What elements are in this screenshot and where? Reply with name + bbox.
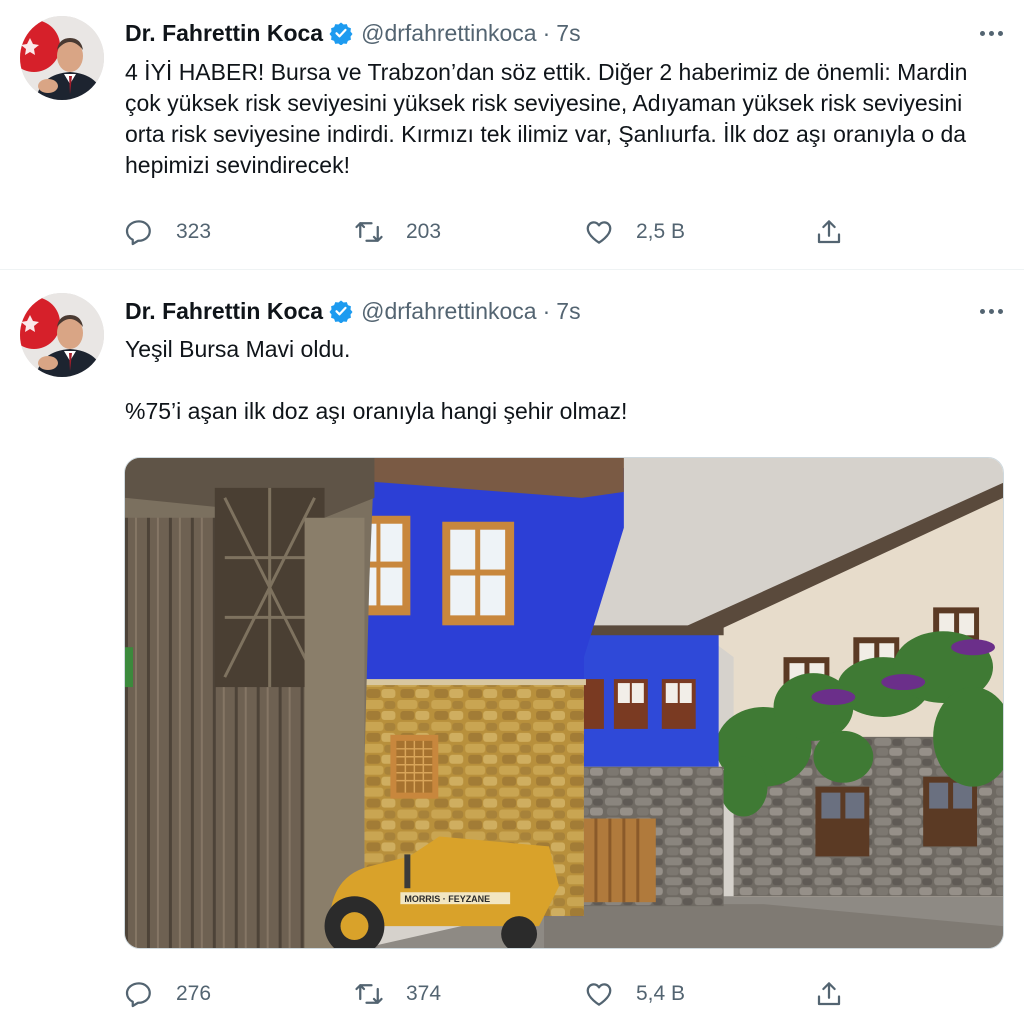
reply-count: 276 [176, 982, 212, 1005]
like-count: 5,4 B [636, 982, 686, 1005]
reply-icon [125, 220, 151, 246]
like-button[interactable]: 5,4 B [584, 979, 814, 1009]
more-dots-icon[interactable] [976, 298, 1006, 324]
author-name[interactable]: Dr. Fahrettin Koca [125, 298, 323, 325]
tweet-body-line-1: Yeşil Bursa Mavi oldu. [125, 336, 351, 362]
timestamp[interactable]: 7s [556, 20, 580, 47]
tweet-2[interactable]: Dr. Fahrettin Koca @drfahrettinkoca · 7s… [0, 271, 1024, 1023]
author-handle[interactable]: @drfahrettinkoca [361, 298, 537, 325]
author-avatar[interactable] [20, 16, 104, 100]
reply-icon [125, 982, 151, 1008]
heart-icon [586, 983, 612, 1006]
tweet-1[interactable]: Dr. Fahrettin Koca @drfahrettinkoca · 7s… [0, 0, 1024, 270]
like-count: 2,5 B [636, 220, 686, 243]
separator: · [542, 19, 551, 46]
retweet-icon [355, 222, 383, 242]
like-button[interactable]: 2,5 B [584, 217, 814, 247]
share-icon [817, 982, 841, 1006]
tractor-label: MORRIS · FEYZANE [404, 894, 490, 904]
share-button[interactable] [814, 217, 854, 247]
share-icon [817, 220, 841, 244]
reply-button[interactable]: 323 [124, 217, 354, 247]
timestamp[interactable]: 7s [556, 298, 580, 325]
reply-count: 323 [176, 220, 212, 243]
verified-badge-icon [329, 300, 353, 323]
tweet-photo[interactable]: MORRIS · FEYZANE [124, 457, 1004, 949]
heart-icon [586, 221, 612, 244]
reply-button[interactable]: 276 [124, 979, 354, 1009]
separator: · [542, 297, 551, 324]
tweet-text: 4 İYİ HABER! Bursa ve Trabzon’dan söz et… [125, 57, 1005, 181]
more-dots-icon[interactable] [976, 20, 1006, 46]
author-name[interactable]: Dr. Fahrettin Koca [125, 20, 323, 47]
action-bar: 323 203 2,5 B [124, 212, 884, 252]
tweet-body-line-2: %75’i aşan ilk doz aşı oranıyla hangi şe… [125, 398, 628, 424]
verified-badge-icon [329, 22, 353, 45]
action-bar: 276 374 5,4 B [124, 974, 884, 1014]
retweet-count: 374 [406, 982, 442, 1005]
author-avatar[interactable] [20, 293, 104, 377]
tweet-header: Dr. Fahrettin Koca @drfahrettinkoca · 7s [125, 16, 1006, 50]
author-handle[interactable]: @drfahrettinkoca [361, 20, 537, 47]
retweet-button[interactable]: 203 [354, 217, 584, 247]
share-button[interactable] [814, 979, 854, 1009]
tweet-body: 4 İYİ HABER! Bursa ve Trabzon’dan söz et… [125, 59, 974, 178]
retweet-count: 203 [406, 220, 442, 243]
tweet-header: Dr. Fahrettin Koca @drfahrettinkoca · 7s [125, 294, 1006, 328]
retweet-icon [355, 984, 383, 1004]
tweet-text: Yeşil Bursa Mavi oldu. %75’i aşan ilk do… [125, 334, 1005, 427]
retweet-button[interactable]: 374 [354, 979, 584, 1009]
